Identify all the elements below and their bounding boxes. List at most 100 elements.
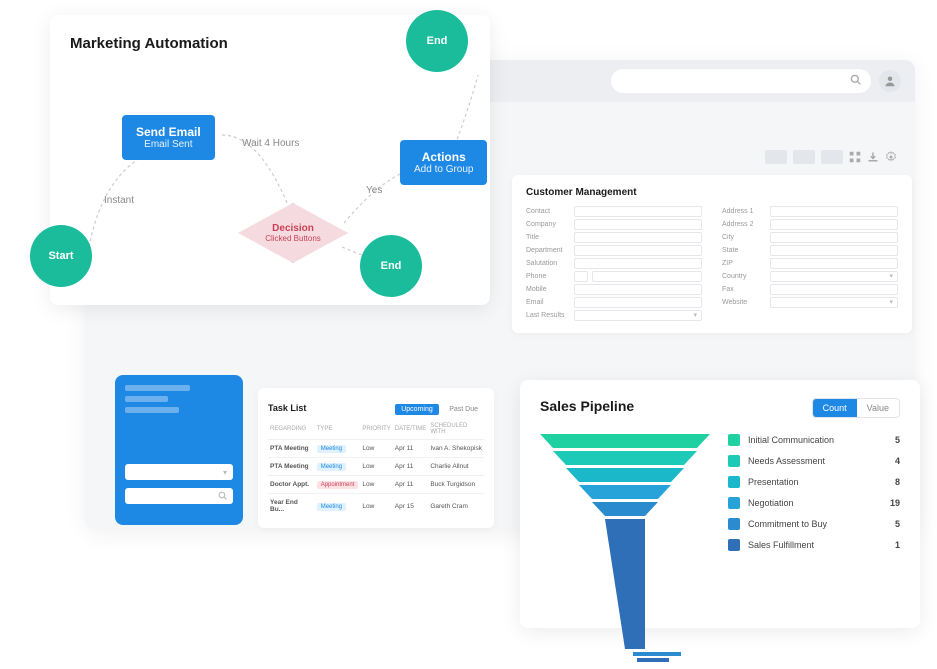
funnel-segment <box>579 485 671 499</box>
field-label: Salutation <box>526 260 570 267</box>
node-title: Decision <box>272 223 314 234</box>
column-header: DATE/TIME <box>393 419 429 440</box>
legend-swatch <box>728 518 740 530</box>
address-2-input[interactable] <box>770 219 898 230</box>
search-input-small[interactable] <box>125 488 233 504</box>
company-input[interactable] <box>574 219 702 230</box>
contact-input[interactable] <box>574 206 702 217</box>
field-label: Last Results <box>526 312 570 319</box>
tab-pastdue[interactable]: Past Due <box>443 404 484 415</box>
tab-upcoming[interactable]: Upcoming <box>395 404 439 415</box>
table-row[interactable]: PTA MeetingMeetingLowApr 11Ivan A. Sheko… <box>268 440 484 458</box>
toolbar-segment[interactable] <box>765 150 787 164</box>
funnel-segment <box>566 468 684 482</box>
phone-input[interactable] <box>592 271 702 282</box>
phone-prefix-input[interactable] <box>574 271 588 282</box>
edge-label-instant: Instant <box>104 195 134 206</box>
field-label: Title <box>526 234 570 241</box>
placeholder-bar <box>125 385 190 391</box>
field-label: Company <box>526 221 570 228</box>
legend-value: 1 <box>880 540 900 550</box>
form-row: Last Results <box>526 310 702 321</box>
website-input[interactable] <box>770 297 898 308</box>
form-row <box>722 310 898 321</box>
legend-row: Presentation8 <box>728 476 900 488</box>
node-title: Actions <box>414 150 473 164</box>
legend-value: 8 <box>880 477 900 487</box>
node-start[interactable]: Start <box>30 225 92 287</box>
dropdown-input[interactable]: ▾ <box>125 464 233 480</box>
search-input[interactable] <box>611 69 871 93</box>
node-decision[interactable]: Decision Clicked Buttons <box>238 203 348 263</box>
funnel-legend: Initial Communication5Needs Assessment4P… <box>728 434 900 624</box>
task-table: REGARDINGTYPEPRIORITYDATE/TIMESCHEDULED … <box>268 419 484 518</box>
legend-swatch <box>728 539 740 551</box>
chevron-down-icon: ▾ <box>223 468 227 477</box>
type-badge: Meeting <box>317 463 346 471</box>
download-icon[interactable] <box>867 151 879 163</box>
sidebar-card: ▾ <box>115 375 243 525</box>
salutation-input[interactable] <box>574 258 702 269</box>
toggle-value[interactable]: Value <box>857 399 899 417</box>
field-label: Contact <box>526 208 570 215</box>
toolbar-segment[interactable] <box>793 150 815 164</box>
type-badge: Meeting <box>317 503 346 511</box>
funnel-segment <box>592 502 658 516</box>
email-input[interactable] <box>574 297 702 308</box>
form-row: State <box>722 245 898 256</box>
form-row: Salutation <box>526 258 702 269</box>
funnel-segment <box>540 434 710 448</box>
legend-label: Needs Assessment <box>748 456 880 466</box>
node-subtitle: Add to Group <box>414 164 473 175</box>
node-end[interactable]: End <box>360 235 422 297</box>
form-row: Email <box>526 297 702 308</box>
field-label: Mobile <box>526 286 570 293</box>
last-results-input[interactable] <box>574 310 702 321</box>
node-send-email[interactable]: Send Email Email Sent <box>122 115 215 160</box>
legend-label: Negotiation <box>748 498 880 508</box>
form-row: Company <box>526 219 702 230</box>
country-input[interactable] <box>770 271 898 282</box>
title-input[interactable] <box>574 232 702 243</box>
toggle-count[interactable]: Count <box>813 399 857 417</box>
mobile-input[interactable] <box>574 284 702 295</box>
column-header: TYPE <box>315 419 361 440</box>
table-row[interactable]: PTA MeetingMeetingLowApr 11Charlie Allnu… <box>268 458 484 476</box>
card-title: Sales Pipeline <box>540 398 634 414</box>
search-icon <box>218 491 227 502</box>
legend-value: 5 <box>880 435 900 445</box>
node-title: Send Email <box>136 125 201 139</box>
zip-input[interactable] <box>770 258 898 269</box>
type-badge: Meeting <box>317 445 346 453</box>
form-row: Title <box>526 232 702 243</box>
legend-row: Commitment to Buy5 <box>728 518 900 530</box>
legend-swatch <box>728 476 740 488</box>
field-label: State <box>722 247 766 254</box>
department-input[interactable] <box>574 245 702 256</box>
funnel-chart <box>540 434 710 624</box>
form-row: Phone <box>526 271 702 282</box>
address-1-input[interactable] <box>770 206 898 217</box>
fax-input[interactable] <box>770 284 898 295</box>
toolbar <box>765 150 897 164</box>
edge-label-wait: Wait 4 Hours <box>242 138 299 149</box>
field-label: Website <box>722 299 766 306</box>
city-input[interactable] <box>770 232 898 243</box>
node-actions[interactable]: Actions Add to Group <box>400 140 487 185</box>
placeholder-bar <box>125 407 179 413</box>
gear-icon[interactable] <box>885 151 897 163</box>
avatar[interactable] <box>879 70 901 92</box>
grid-icon[interactable] <box>849 151 861 163</box>
form-row: Contact <box>526 206 702 217</box>
form-row: Website <box>722 297 898 308</box>
node-end[interactable]: End <box>406 10 468 72</box>
panel-title: Customer Management <box>526 187 898 198</box>
state-input[interactable] <box>770 245 898 256</box>
legend-swatch <box>728 497 740 509</box>
legend-label: Initial Communication <box>748 435 880 445</box>
form-row: Fax <box>722 284 898 295</box>
field-label: City <box>722 234 766 241</box>
toolbar-segment[interactable] <box>821 150 843 164</box>
table-row[interactable]: Year End Bu...MeetingLowApr 15Gareth Cra… <box>268 494 484 519</box>
table-row[interactable]: Doctor Appt.AppointmentLowApr 11Buck Tur… <box>268 476 484 494</box>
